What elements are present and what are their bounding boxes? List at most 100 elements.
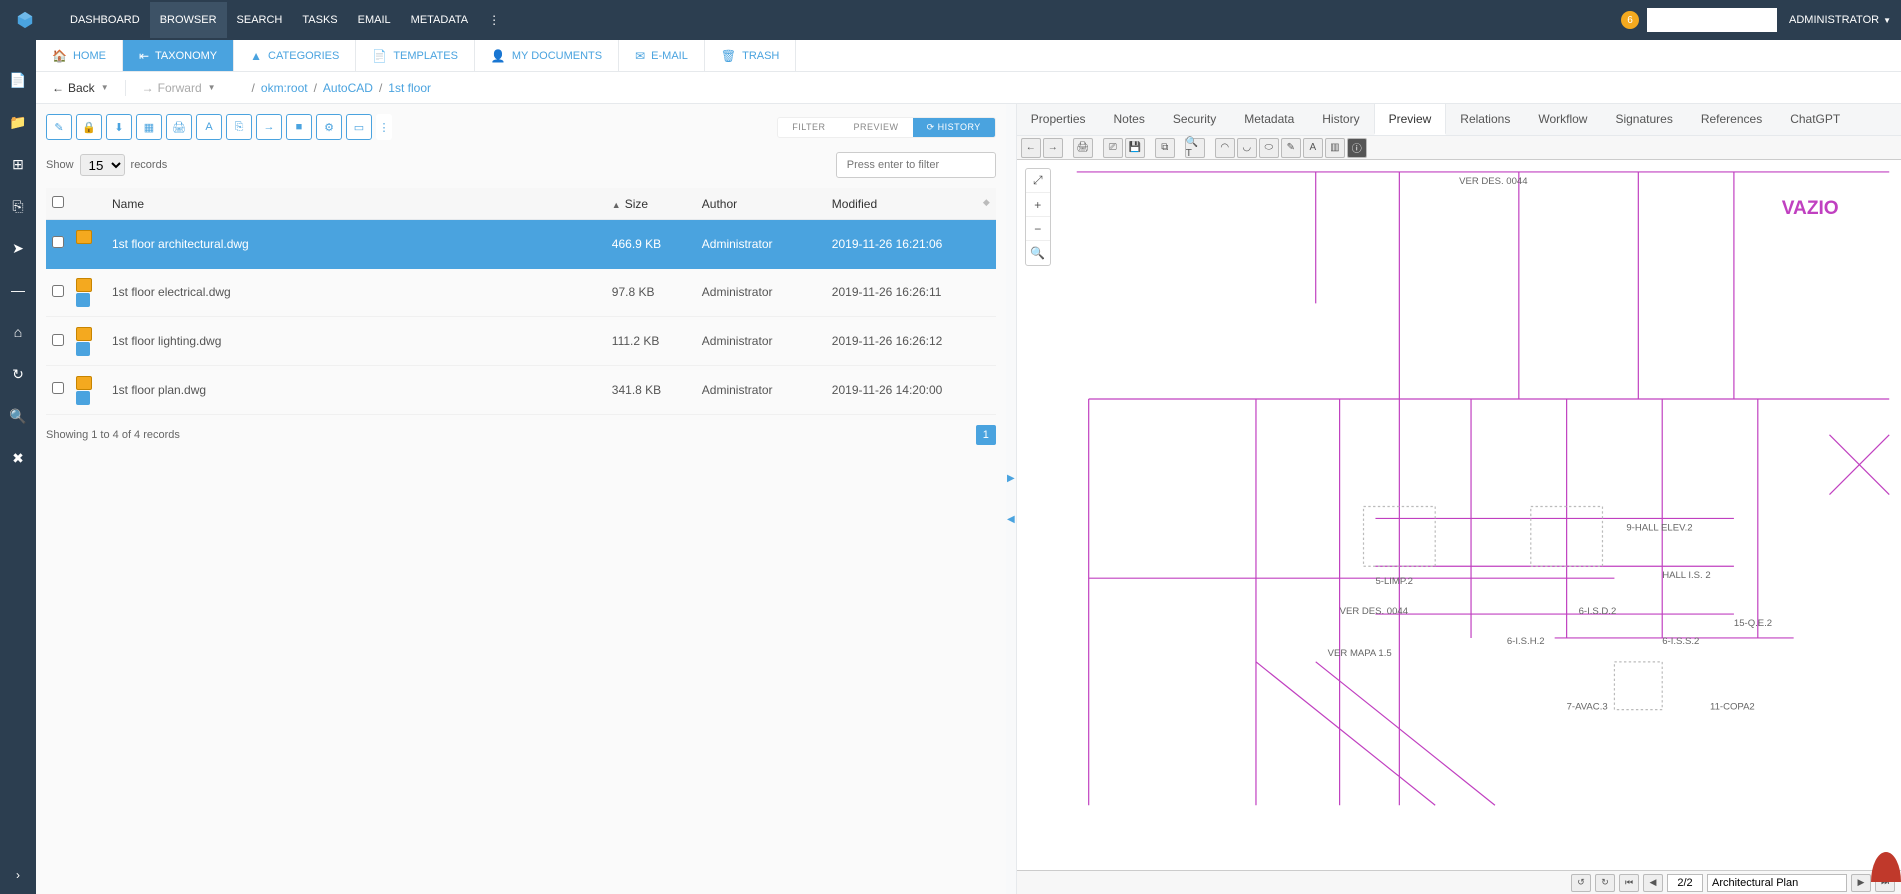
refresh-icon[interactable]: ↻ — [8, 364, 28, 384]
send-icon[interactable]: ➤ — [8, 238, 28, 258]
top-menu-search[interactable]: SEARCH — [227, 2, 293, 38]
table-row[interactable]: 1st floor electrical.dwg97.8 KBAdministr… — [46, 268, 996, 317]
table-row[interactable]: 1st floor architectural.dwg466.9 KBAdmin… — [46, 220, 996, 269]
page-number[interactable]: 1 — [976, 425, 996, 445]
search-icon[interactable]: 🔍 — [8, 406, 28, 426]
col-author[interactable]: Author — [696, 188, 826, 220]
nav-tab-trash[interactable]: 🗑TRASH — [705, 40, 797, 71]
select-all-checkbox[interactable] — [52, 196, 64, 208]
nav-tab-templates[interactable]: 📄TEMPLATES — [356, 40, 475, 71]
add-box-icon[interactable]: ⊞ — [8, 154, 28, 174]
preview-tab-history[interactable]: History — [1308, 104, 1373, 135]
nav-tab-taxonomy[interactable]: ⇤TAXONOMY — [123, 40, 234, 71]
top-menu-browser[interactable]: BROWSER — [150, 2, 227, 38]
delete-icon[interactable]: ✖ — [8, 448, 28, 468]
edit-button[interactable]: ✎ — [46, 114, 72, 140]
preview-tab-chatgpt[interactable]: ChatGPT — [1776, 104, 1854, 135]
col-name[interactable]: Name — [106, 188, 606, 220]
preview-tab-signatures[interactable]: Signatures — [1601, 104, 1686, 135]
new-folder-icon[interactable]: 📁 — [8, 112, 28, 132]
col-size[interactable]: ▲Size — [606, 188, 696, 220]
list-subtab-history[interactable]: HISTORY — [913, 118, 995, 137]
collapse-right-icon[interactable]: ▶ — [1007, 473, 1015, 484]
expand-sidebar-icon[interactable]: › — [16, 868, 20, 882]
row-checkbox[interactable] — [52, 236, 64, 248]
viewer-measure-icon[interactable]: A — [1303, 138, 1323, 158]
document-button[interactable]: ▭ — [346, 114, 372, 140]
viewer-print-icon[interactable]: 🖨 — [1073, 138, 1093, 158]
top-menu-tasks[interactable]: TASKS — [292, 2, 347, 38]
preview-tab-security[interactable]: Security — [1159, 104, 1230, 135]
nav-tab-e-mail[interactable]: ✉E-MAIL — [619, 40, 705, 71]
notification-badge[interactable]: 6 — [1621, 11, 1639, 29]
print-button[interactable]: 🖨 — [166, 114, 192, 140]
row-checkbox[interactable] — [52, 334, 64, 346]
preview-tab-workflow[interactable]: Workflow — [1524, 104, 1601, 135]
viewer-save-icon[interactable]: 💾 — [1125, 138, 1145, 158]
list-subtab-filter[interactable]: FILTER — [778, 118, 839, 137]
top-menu-dashboard[interactable]: DASHBOARD — [60, 2, 150, 38]
grid-button[interactable]: ▦ — [136, 114, 162, 140]
pane-splitter[interactable]: ▶ ◀ — [1006, 104, 1016, 894]
preview-tab-references[interactable]: References — [1687, 104, 1776, 135]
text-button[interactable]: A — [196, 114, 222, 140]
page-input[interactable] — [1667, 874, 1703, 892]
copy-icon[interactable]: ⎘ — [8, 196, 28, 216]
breadcrumb-1[interactable]: AutoCAD — [323, 81, 373, 95]
copy-button[interactable]: ⎘ — [226, 114, 252, 140]
minus-icon[interactable]: — — [8, 280, 28, 300]
next-page-icon[interactable]: ▶ — [1851, 874, 1871, 892]
user-menu[interactable]: ADMINISTRATOR▼ — [1789, 14, 1891, 26]
lock-button[interactable]: 🔒 — [76, 114, 102, 140]
page-size-select[interactable]: 15 — [80, 154, 125, 176]
viewer-ruler-icon[interactable]: ▥ — [1325, 138, 1345, 158]
row-checkbox[interactable] — [52, 285, 64, 297]
top-menu-metadata[interactable]: METADATA — [401, 2, 478, 38]
table-row[interactable]: 1st floor lighting.dwg111.2 KBAdministra… — [46, 317, 996, 366]
preview-tab-preview[interactable]: Preview — [1374, 104, 1447, 135]
back-button[interactable]: ← Back▼ — [46, 81, 115, 95]
row-checkbox[interactable] — [52, 382, 64, 394]
move-button[interactable]: → — [256, 114, 282, 140]
top-menu-email[interactable]: EMAIL — [348, 2, 401, 38]
rotate-cw-icon[interactable]: ↻ — [1595, 874, 1615, 892]
viewer-draw-icon[interactable]: ✎ — [1281, 138, 1301, 158]
nav-tab-categories[interactable]: ▲CATEGORIES — [234, 40, 356, 71]
viewer-info-icon[interactable]: ⓘ — [1347, 138, 1367, 158]
layer-input[interactable] — [1707, 874, 1847, 892]
rotate-ccw-icon[interactable]: ↺ — [1571, 874, 1591, 892]
prev-page-icon[interactable]: ◀ — [1643, 874, 1663, 892]
viewer-forward-icon[interactable]: → — [1043, 138, 1063, 158]
viewer-annot1-icon[interactable]: ◠ — [1215, 138, 1235, 158]
collapse-left-icon[interactable]: ◀ — [1007, 514, 1015, 525]
nav-tab-my-documents[interactable]: 👤MY DOCUMENTS — [475, 40, 619, 71]
table-row[interactable]: 1st floor plan.dwg341.8 KBAdministrator2… — [46, 365, 996, 414]
viewer-back-icon[interactable]: ← — [1021, 138, 1041, 158]
home-icon[interactable]: ⌂ — [8, 322, 28, 342]
nav-tab-home[interactable]: 🏠HOME — [36, 40, 123, 71]
breadcrumb-0[interactable]: okm:root — [261, 81, 308, 95]
viewer-annot3-icon[interactable]: ⬭ — [1259, 138, 1279, 158]
drawing-viewport[interactable]: ⤢ + − 🔍 — [1017, 160, 1901, 870]
preview-tab-notes[interactable]: Notes — [1100, 104, 1159, 135]
bookmark-button[interactable]: ■ — [286, 114, 312, 140]
viewer-annot2-icon[interactable]: ◡ — [1237, 138, 1257, 158]
filter-input[interactable] — [836, 152, 996, 178]
top-search-input[interactable] — [1647, 8, 1777, 32]
viewer-copy-icon[interactable]: ⧉ — [1155, 138, 1175, 158]
list-subtab-preview[interactable]: PREVIEW — [840, 118, 913, 137]
viewer-export-icon[interactable]: ⎚ — [1103, 138, 1123, 158]
first-page-icon[interactable]: ⏮ — [1619, 874, 1639, 892]
forward-button[interactable]: → Forward▼ — [136, 81, 222, 95]
download-button[interactable]: ⬇ — [106, 114, 132, 140]
breadcrumb-2[interactable]: 1st floor — [388, 81, 431, 95]
preview-tab-relations[interactable]: Relations — [1446, 104, 1524, 135]
top-menu-more[interactable]: ⋮ — [478, 1, 510, 39]
preview-tab-metadata[interactable]: Metadata — [1230, 104, 1308, 135]
more-button[interactable]: ⋮ — [376, 114, 392, 140]
new-doc-icon[interactable]: 📄 — [8, 70, 28, 90]
preview-tab-properties[interactable]: Properties — [1017, 104, 1100, 135]
viewer-search-icon[interactable]: 🔍T — [1185, 138, 1205, 158]
gear-button[interactable]: ⚙ — [316, 114, 342, 140]
col-modified[interactable]: Modified◆ — [826, 188, 996, 220]
